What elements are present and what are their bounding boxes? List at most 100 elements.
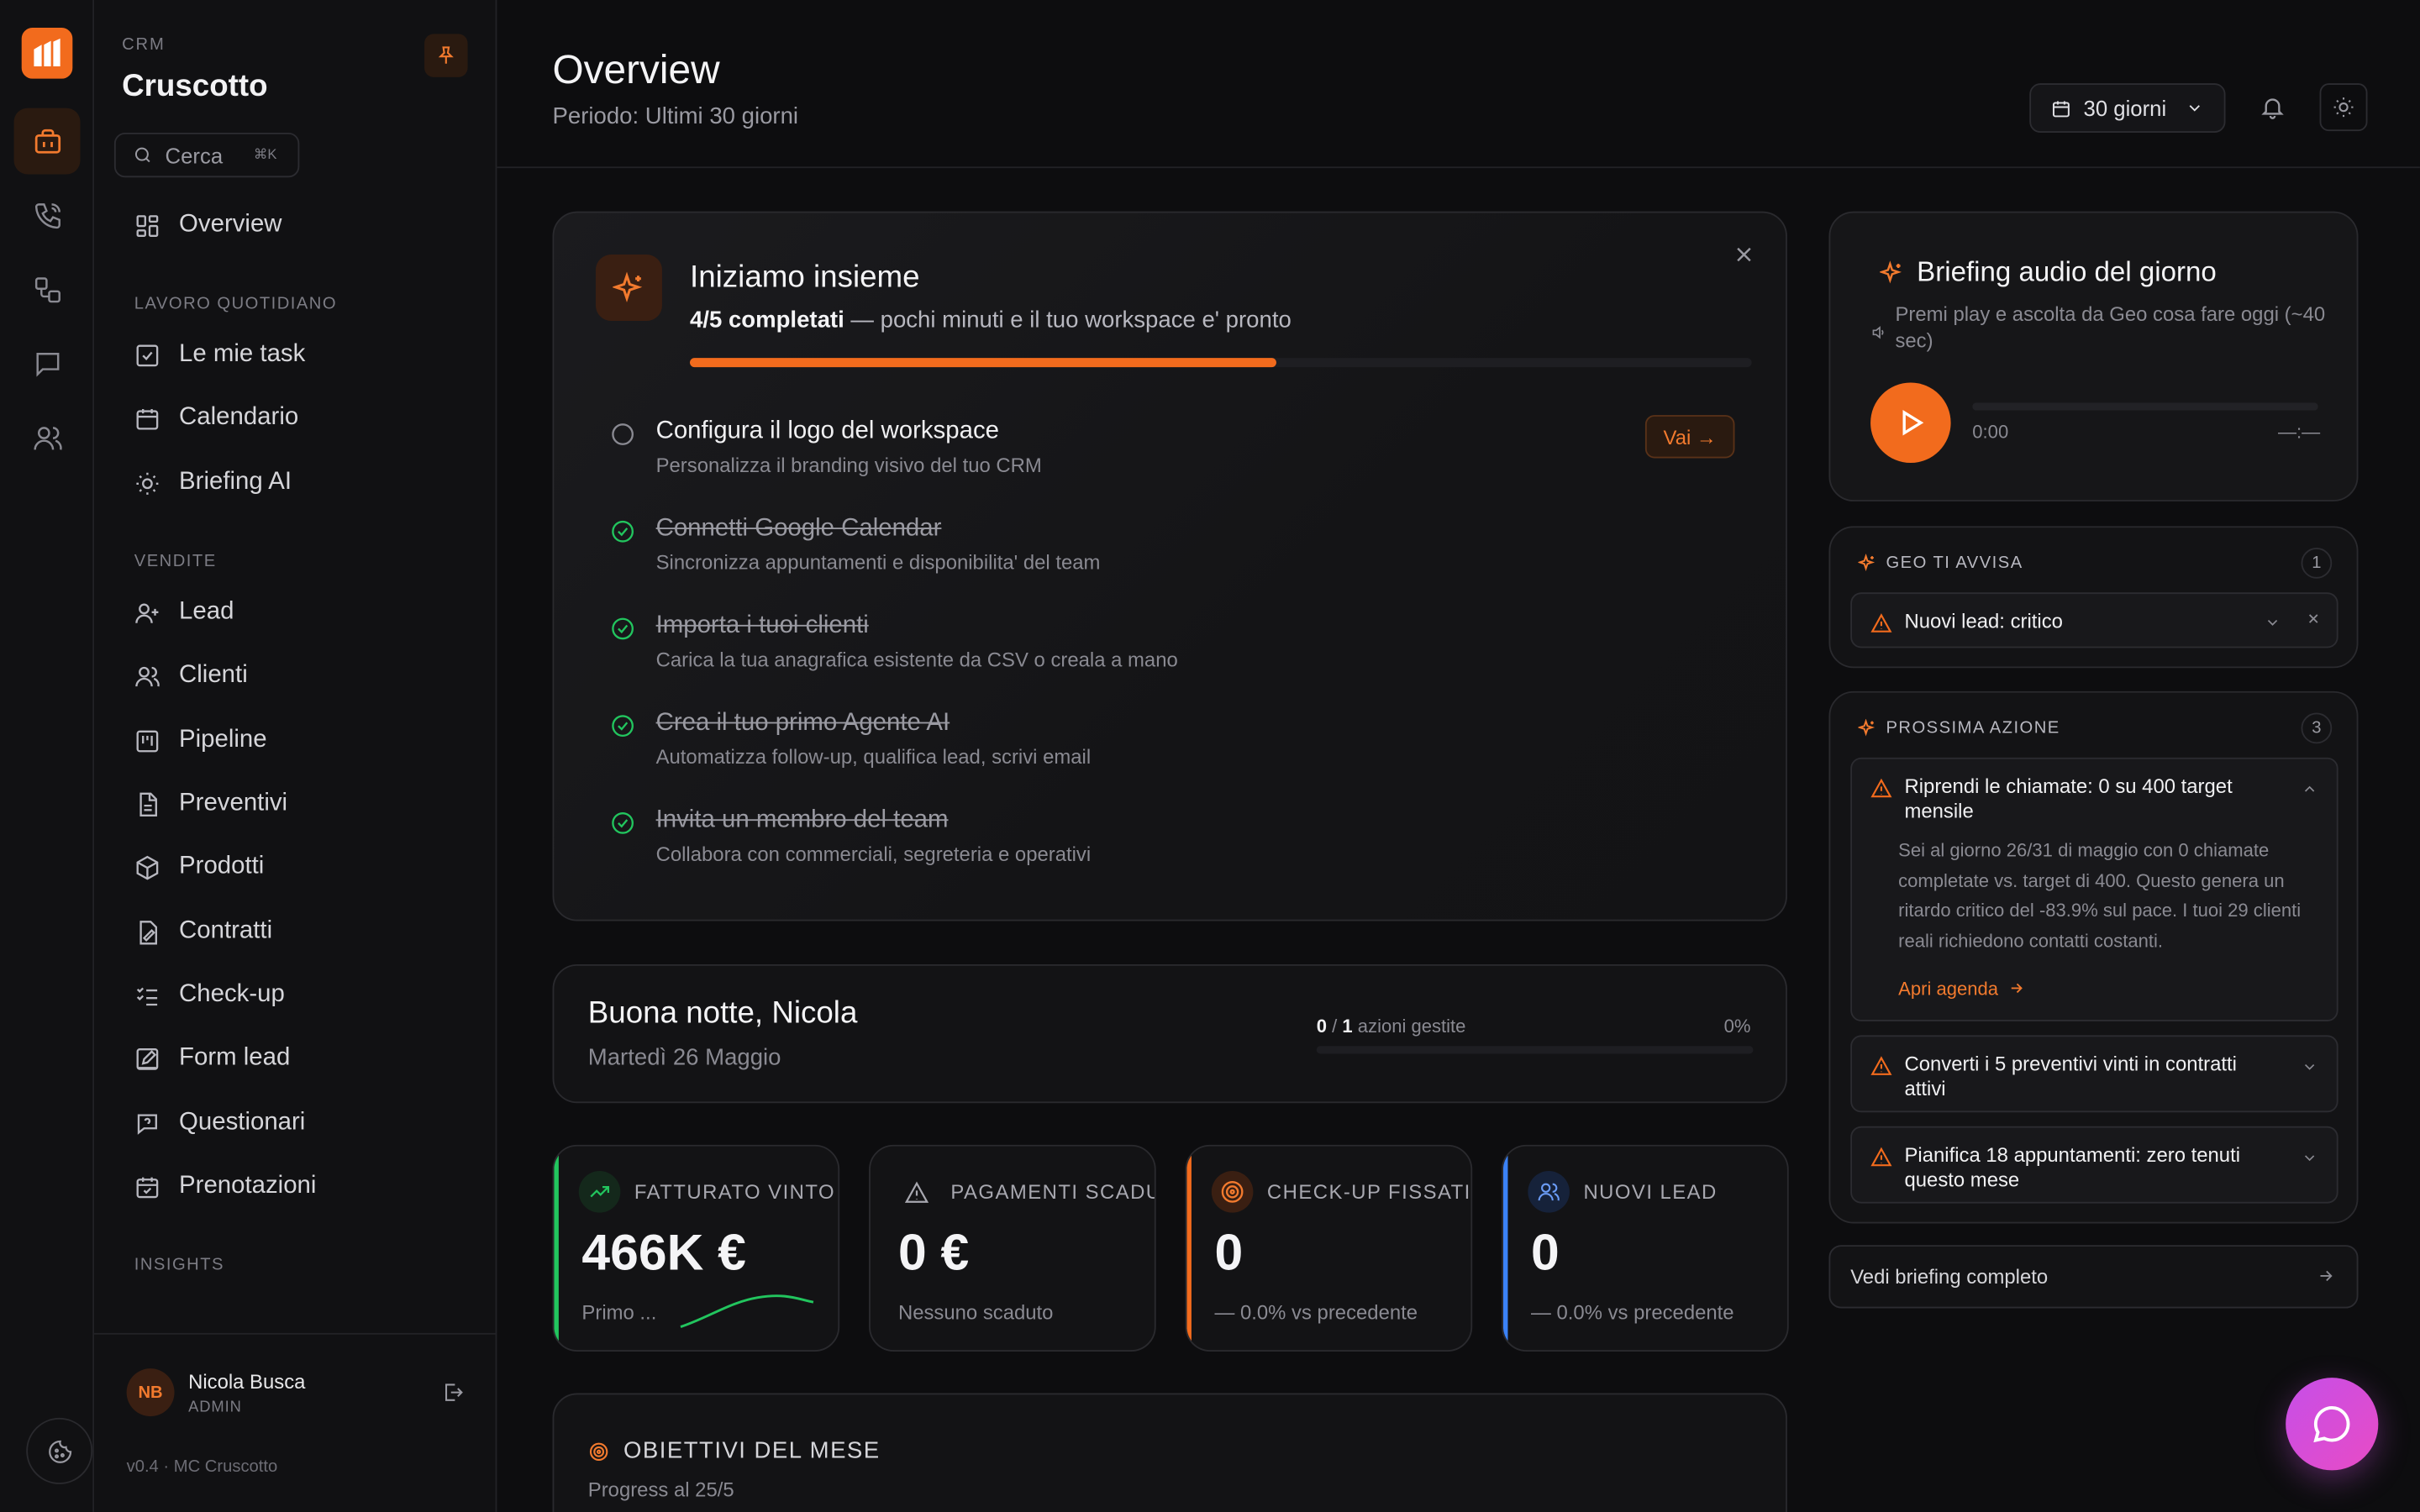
next-action-item[interactable]: Riprendi le chiamate: 0 su 400 target me…: [1850, 757, 2338, 1021]
kpi-accent: [1502, 1146, 1508, 1351]
sidebar-item-briefing[interactable]: Briefing AI: [134, 469, 292, 496]
geo-alerts-title-text: GEO TI AVVISA: [1886, 554, 2023, 573]
onboarding-step-title: Invita un membro del team: [655, 806, 949, 833]
kpi-card-checkup[interactable]: CHECK-UP FISSATI 0 — 0.0% vs precedente: [1185, 1144, 1473, 1352]
sidebar-group-daily: LAVORO QUOTIDIANO: [134, 294, 338, 313]
close-icon[interactable]: [2306, 609, 2321, 631]
user-profile: NB Nicola Busca ADMIN v0.4 · MC Cruscott…: [94, 1332, 497, 1512]
sidebar-item-label: Pipeline: [179, 727, 267, 753]
sidebar-item-form-lead[interactable]: Form lead: [134, 1044, 291, 1072]
go-button[interactable]: Vai →: [1644, 415, 1735, 459]
onboarding-progress-count: 4/5 completati: [690, 307, 844, 333]
sidebar-item-calendar[interactable]: Calendario: [134, 404, 298, 432]
audio-briefing-card: Briefing audio del giorno Premi play e a…: [1828, 211, 2359, 501]
sidebar-item-questionari[interactable]: Questionari: [134, 1109, 306, 1137]
sparkle-icon: [1858, 554, 1876, 572]
chevron-down-icon[interactable]: [2264, 611, 2281, 638]
chevron-down-icon[interactable]: [2302, 1147, 2318, 1174]
bell-icon[interactable]: [2260, 94, 2286, 128]
users-icon[interactable]: [14, 404, 81, 470]
sidebar-item-tasks[interactable]: Le mie task: [134, 341, 305, 369]
check-circle-icon: [609, 713, 635, 747]
icon-rail: [0, 0, 95, 1512]
chat-fab-button[interactable]: [2286, 1378, 2379, 1471]
sidebar-item-preventivi[interactable]: Preventivi: [134, 790, 287, 817]
pin-icon[interactable]: [424, 34, 468, 77]
target-icon: [589, 1441, 608, 1461]
onboarding-progress-text: 4/5 completati — pochi minuti e il tuo w…: [690, 307, 1292, 333]
sidebar-item-prodotti[interactable]: Prodotti: [134, 853, 265, 881]
kpi-footnote: Nessuno scaduto: [897, 1300, 1054, 1324]
sidebar-item-label: Questionari: [179, 1109, 306, 1136]
workflow-icon[interactable]: [14, 256, 81, 323]
sidebar-item-contratti[interactable]: Contratti: [134, 918, 272, 946]
sidebar-item-label: Prodotti: [179, 853, 265, 879]
sidebar-item-overview[interactable]: Overview: [134, 212, 282, 239]
sidebar-item-checkup[interactable]: Check-up: [134, 981, 285, 1009]
sidebar-item-label: Preventivi: [179, 790, 288, 816]
onboarding-step-desc: Personalizza il branding visivo del tuo …: [655, 453, 1042, 477]
check-circle-icon: [609, 518, 635, 552]
objectives-subtitle: Progress al 25/5: [587, 1478, 734, 1502]
sidebar-item-label: Form lead: [179, 1044, 291, 1071]
revenue-sparkline: [680, 1294, 814, 1328]
next-action-title: Pianifica 18 appuntamenti: zero tenuti q…: [1904, 1142, 2241, 1191]
audio-briefing-subtitle: Premi play e ascolta da Geo cosa fare og…: [1895, 302, 2326, 352]
sidebar-item-clienti[interactable]: Clienti: [134, 662, 248, 690]
onboarding-progress-fill: [690, 358, 1276, 368]
user-plus-icon: [135, 602, 159, 623]
close-icon[interactable]: [1732, 242, 1756, 275]
arrow-right-icon: [2011, 983, 2023, 994]
open-agenda-link[interactable]: Apri agenda: [1898, 978, 2025, 1000]
briefcase-icon[interactable]: [13, 108, 81, 175]
chevron-up-icon[interactable]: [2302, 778, 2318, 806]
theme-toggle-button[interactable]: [2319, 83, 2368, 132]
next-actions-count: 3: [2301, 712, 2333, 744]
chevron-down-icon[interactable]: [2302, 1055, 2318, 1083]
sidebar-item-lead[interactable]: Lead: [134, 599, 234, 627]
sidebar-item-prenotazioni[interactable]: Prenotazioni: [134, 1172, 317, 1200]
kanban-icon: [136, 729, 159, 752]
kpi-card-new-leads[interactable]: NUOVI LEAD 0 — 0.0% vs precedente: [1502, 1144, 1789, 1352]
sparkle-icon: [595, 255, 662, 322]
sun-icon: [136, 471, 159, 494]
next-actions-title: PROSSIMA AZIONE: [1858, 718, 2060, 738]
kpi-value: 0: [1214, 1223, 1244, 1281]
user-name: Nicola Busca: [188, 1369, 306, 1394]
kpi-card-overdue[interactable]: PAGAMENTI SCADUTI 0 € Nessuno scaduto: [869, 1144, 1156, 1352]
kpi-accent: [1186, 1146, 1192, 1351]
next-actions-panel: PROSSIMA AZIONE 3 Riprendi le chiamate: …: [1828, 690, 2359, 1224]
onboarding-step-desc: Carica la tua anagrafica esistente da CS…: [655, 648, 1178, 671]
avatar[interactable]: NB: [126, 1368, 175, 1417]
next-action-item[interactable]: Pianifica 18 appuntamenti: zero tenuti q…: [1850, 1126, 2338, 1204]
sidebar-item-label: Prenotazioni: [179, 1172, 317, 1200]
kpi-label: PAGAMENTI SCADUTI: [950, 1180, 1154, 1204]
play-button[interactable]: [1870, 382, 1951, 464]
actions-label: azioni gestite: [1352, 1015, 1466, 1037]
next-action-item[interactable]: Converti i 5 preventivi vinti in contrat…: [1850, 1035, 2338, 1113]
sidebar: CRM Cruscotto Cerca ⌘K Overview LAVORO Q…: [94, 0, 497, 1512]
sidebar-item-pipeline[interactable]: Pipeline: [134, 727, 267, 754]
greeting-title: Buona notte, Nicola: [587, 996, 858, 1031]
kpi-card-revenue[interactable]: FATTURATO VINTO 466K € Primo ...: [552, 1144, 840, 1352]
phone-icon[interactable]: [14, 182, 81, 249]
sidebar-group-insights: INSIGHTS: [134, 1256, 224, 1275]
app-logo[interactable]: [21, 28, 73, 79]
warning-icon: [1870, 778, 1892, 807]
circle-icon: [609, 421, 635, 454]
full-briefing-button[interactable]: Vedi briefing completo: [1828, 1245, 2359, 1309]
date-range-select[interactable]: 30 giorni: [2029, 83, 2226, 133]
actions-sep: /: [1326, 1015, 1343, 1037]
sidebar-section-label: CRM: [122, 35, 166, 55]
alert-item[interactable]: Nuovi lead: critico: [1850, 592, 2338, 648]
audio-scrubber[interactable]: [1972, 402, 2318, 411]
actions-progress-bar: [1316, 1046, 1754, 1054]
chat-icon[interactable]: [14, 330, 81, 396]
search-input[interactable]: Cerca ⌘K: [113, 132, 300, 178]
cookie-icon[interactable]: [26, 1417, 93, 1484]
logout-icon[interactable]: [441, 1381, 465, 1412]
objectives-title-text: OBIETTIVI DEL MESE: [623, 1437, 881, 1465]
alert-title: Nuovi lead: critico: [1904, 609, 2063, 633]
onboarding-step-title: Configura il logo del workspace: [655, 417, 999, 444]
chat-bubble-icon: [2313, 1406, 2350, 1443]
